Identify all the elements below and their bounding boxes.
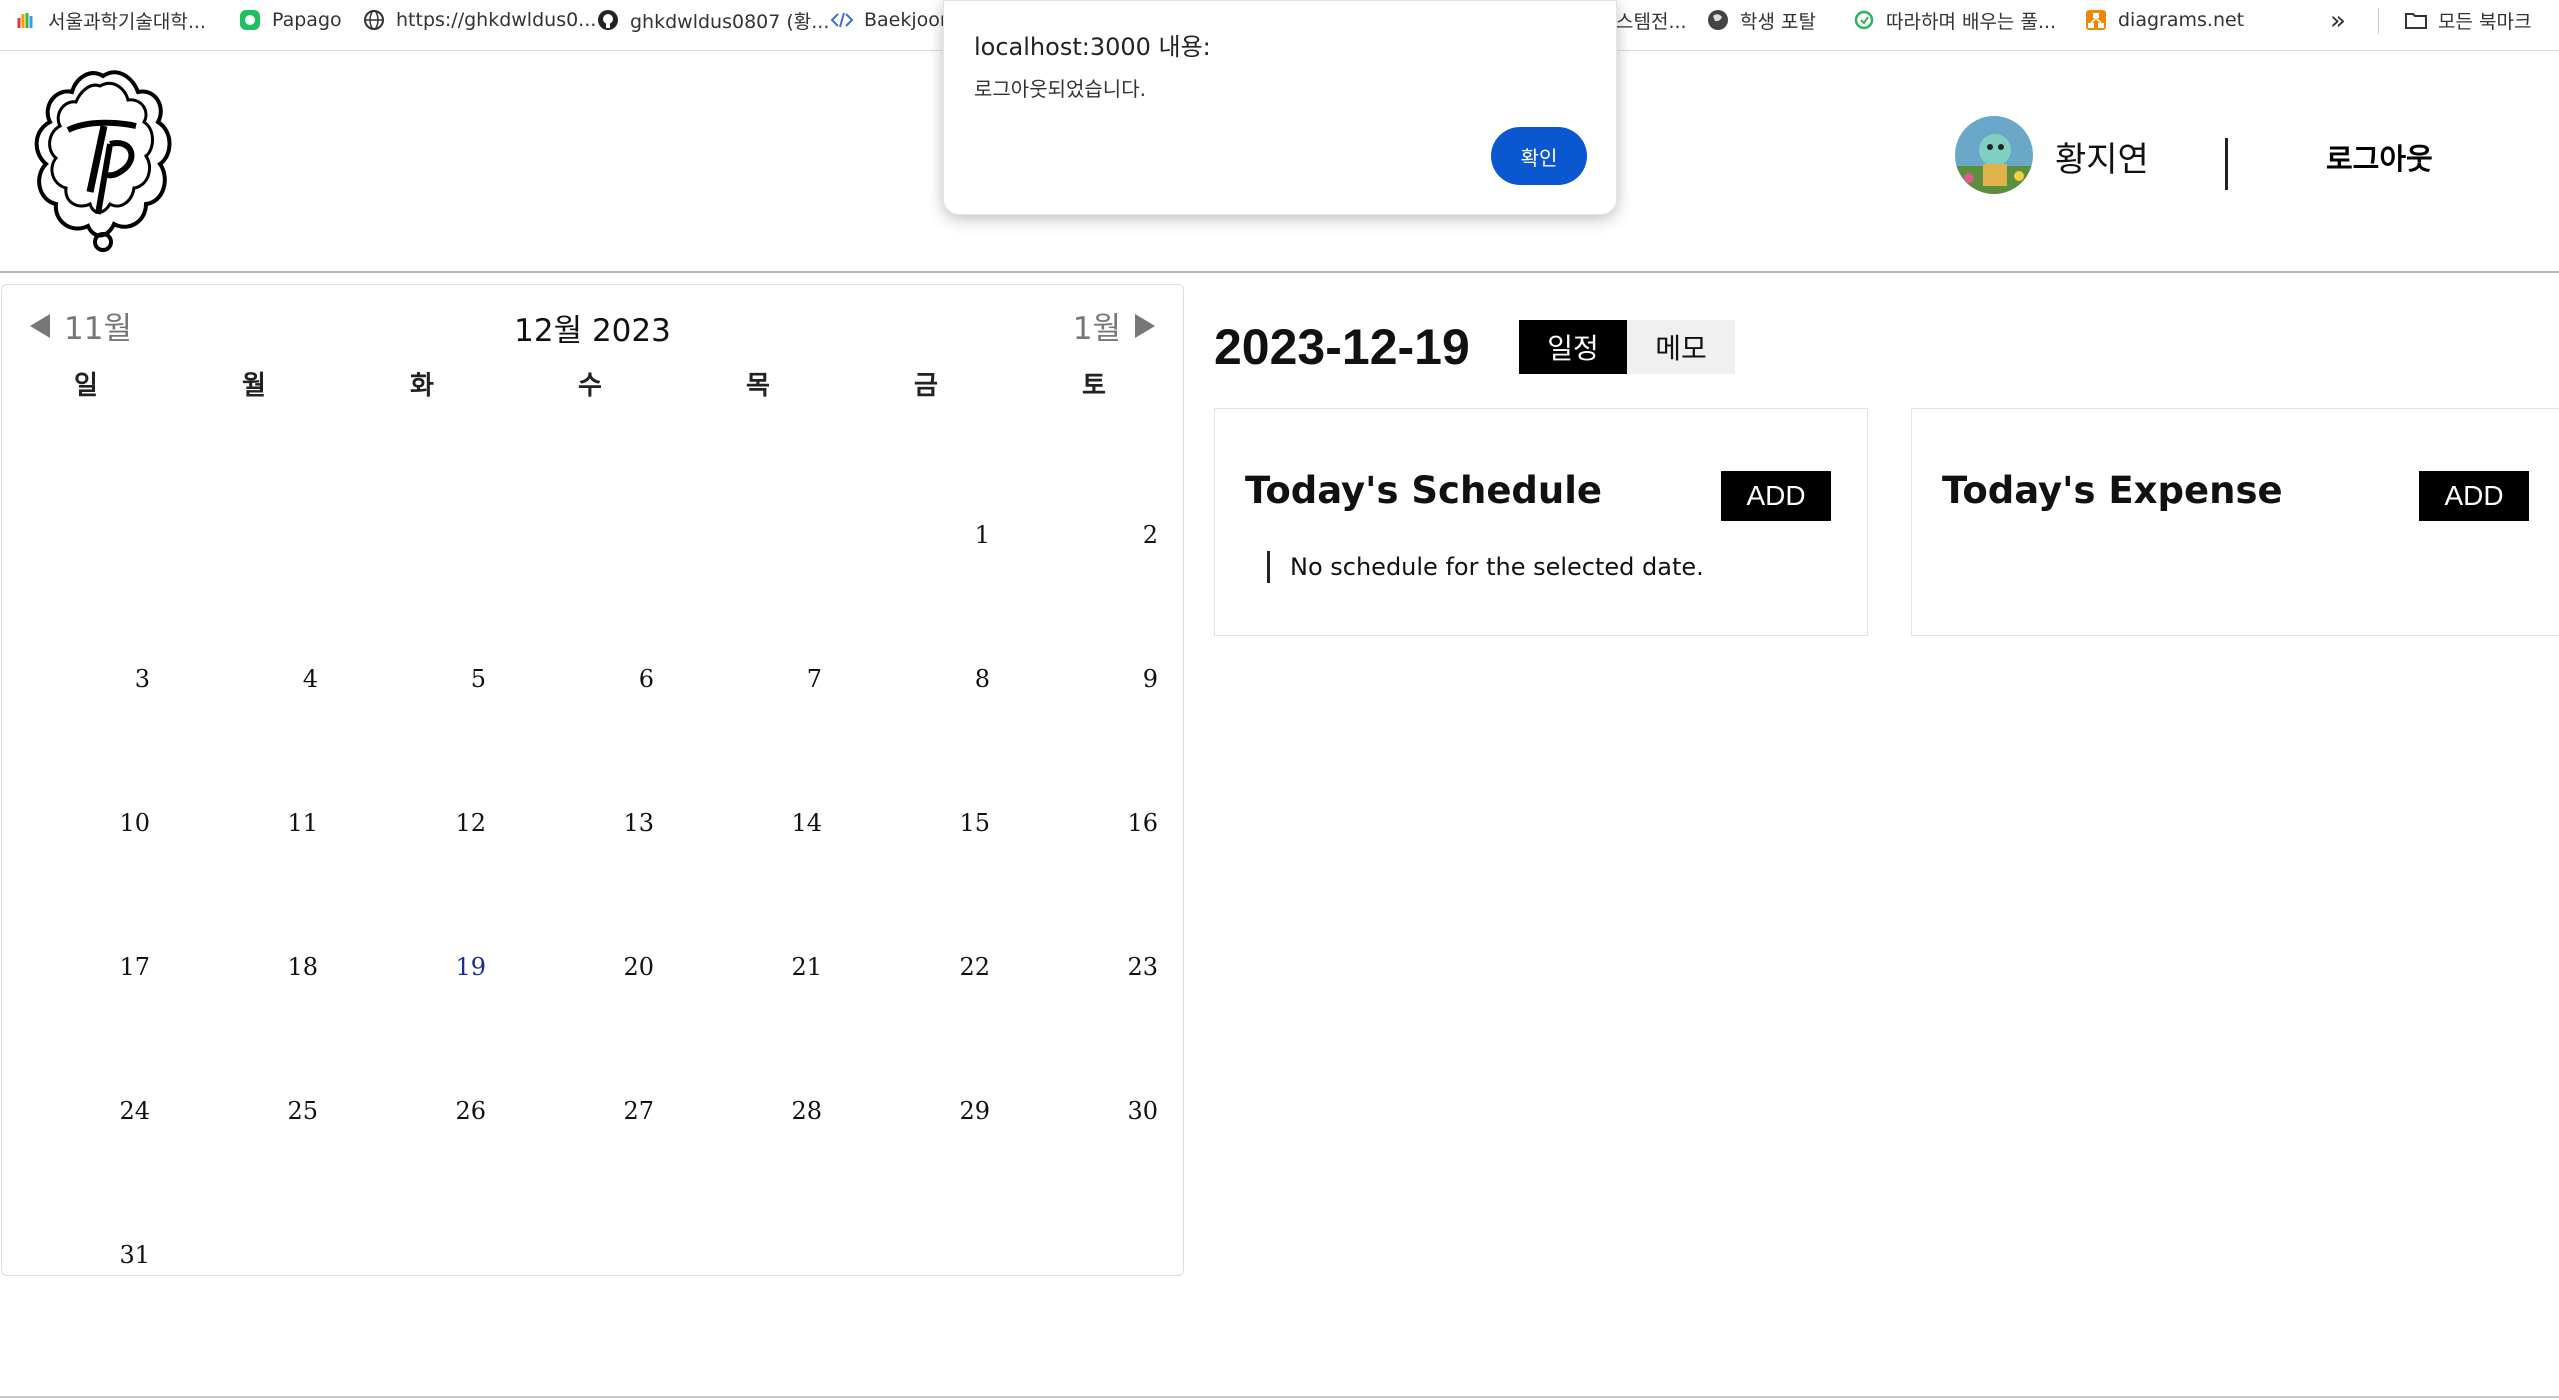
papago-icon — [240, 10, 260, 30]
bookmark-student-portal[interactable]: 학생 포탈 — [1706, 0, 1816, 40]
calendar-day[interactable]: 18 — [150, 953, 318, 981]
calendar-day[interactable]: 13 — [486, 809, 654, 837]
calendar-day[interactable]: 30 — [990, 1097, 1158, 1125]
calendar-day[interactable]: 16 — [990, 809, 1158, 837]
header-divider — [2225, 138, 2228, 190]
weekday-label: 일 — [74, 371, 98, 401]
calendar-day[interactable]: 2 — [990, 521, 1158, 549]
bookmark-label: diagrams.net — [2118, 9, 2245, 31]
calendar-day-selected[interactable]: 19 — [318, 953, 486, 981]
bookmark-all-bookmarks[interactable]: 모든 북마크 — [2404, 0, 2531, 40]
bookmark-label: 스템전... — [1616, 10, 1687, 33]
month-calendar: 11월 12월 2023 1월 일월화수목금토 1 2 3 4 5 6 7 8 9 10 11 12 1… — [1, 284, 1184, 1276]
bookmark-inflearn[interactable]: 따라하며 배우는 풀... — [1852, 0, 2056, 40]
calendar-day[interactable]: 12 — [318, 809, 486, 837]
selected-date: 2023-12-19 — [1214, 319, 1470, 375]
avatar[interactable] — [1955, 116, 2033, 194]
inflearn-icon — [1854, 10, 1874, 30]
weekday-label: 목 — [746, 371, 770, 401]
globe-dark-icon — [1708, 10, 1728, 30]
bookmark-seoultech[interactable]: 서울과학기술대학... — [14, 0, 206, 40]
bookmark-label: Papago — [272, 9, 342, 31]
calendar-day[interactable]: 6 — [486, 665, 654, 693]
bookmark-label: 학생 포탈 — [1740, 10, 1816, 33]
expense-title: Today's Expense — [1942, 469, 2283, 512]
calendar-day[interactable]: 11 — [150, 809, 318, 837]
schedule-title: Today's Schedule — [1245, 469, 1603, 512]
calendar-day[interactable]: 10 — [0, 809, 150, 837]
weekday-label: 수 — [578, 371, 602, 401]
arrow-right-icon — [1135, 313, 1155, 338]
next-month-button[interactable]: 1월 — [1073, 303, 1155, 348]
rainbow-hand-icon — [17, 13, 33, 28]
bookmarks-overflow-chevron[interactable]: » — [2330, 6, 2346, 36]
bookmark-label: 모든 북마크 — [2438, 10, 2532, 33]
calendar-day[interactable]: 9 — [990, 665, 1158, 693]
diagrams-icon — [2086, 10, 2106, 30]
calendar-day[interactable]: 29 — [822, 1097, 990, 1125]
dialog-ok-button[interactable]: 확인 — [1491, 127, 1587, 185]
weekday-header-row: 일월화수목금토 — [2, 365, 1183, 405]
schedule-empty-message: No schedule for the selected date. — [1267, 551, 1704, 583]
add-schedule-button[interactable]: ADD — [1721, 471, 1831, 521]
bookmark-baekjoon[interactable]: Baekjoon — [830, 0, 952, 40]
page-bottom-border — [0, 1396, 2559, 1398]
calendar-day[interactable]: 20 — [486, 953, 654, 981]
calendar-day[interactable]: 15 — [822, 809, 990, 837]
user-name: 황지연 — [2055, 140, 2149, 180]
calendar-day[interactable]: 1 — [822, 521, 990, 549]
schedule-panel: Today's Schedule ADD No schedule for the… — [1214, 408, 1868, 636]
calendar-title: 12월 2023 — [514, 313, 671, 349]
bookmark-papago[interactable]: Papago — [238, 0, 342, 40]
weekday-label: 토 — [1082, 371, 1106, 401]
github-icon — [598, 10, 618, 30]
dialog-message: 로그아웃되었습니다. — [974, 77, 1146, 101]
tab-memo[interactable]: 메모 — [1627, 320, 1735, 374]
weekday-label: 화 — [410, 371, 434, 401]
weekday-label: 월 — [242, 371, 266, 401]
calendar-day[interactable]: 7 — [654, 665, 822, 693]
bookmark-url[interactable]: https://ghkdwldus0... — [362, 0, 596, 40]
calendar-day[interactable]: 8 — [822, 665, 990, 693]
bookmark-stem[interactable]: 스템전... — [1616, 0, 1687, 40]
calendar-day[interactable]: 23 — [990, 953, 1158, 981]
logout-button[interactable]: 로그아웃 — [2326, 136, 2433, 178]
calendar-day[interactable]: 31 — [0, 1241, 150, 1269]
calendar-day[interactable]: 21 — [654, 953, 822, 981]
calendar-day[interactable]: 17 — [0, 953, 150, 981]
bookmark-label: Baekjoon — [864, 9, 952, 31]
bookmark-label: https://ghkdwldus0... — [396, 9, 597, 31]
view-tabs: 일정 메모 — [1519, 320, 1735, 374]
bookmark-label: 서울과학기술대학... — [48, 10, 206, 33]
calendar-day[interactable]: 3 — [0, 665, 150, 693]
calendar-day[interactable]: 25 — [150, 1097, 318, 1125]
code-icon — [830, 12, 854, 28]
calendar-day[interactable]: 28 — [654, 1097, 822, 1125]
calendar-day[interactable]: 4 — [150, 665, 318, 693]
calendar-day[interactable]: 24 — [0, 1097, 150, 1125]
next-month-label: 1월 — [1072, 311, 1121, 347]
tab-schedule[interactable]: 일정 — [1519, 320, 1627, 374]
expense-panel: Today's Expense ADD — [1911, 408, 2559, 636]
calendar-day[interactable]: 14 — [654, 809, 822, 837]
calendar-day[interactable]: 22 — [822, 953, 990, 981]
tp-logo[interactable] — [28, 64, 178, 254]
folder-icon — [2405, 13, 2427, 29]
weekday-label: 금 — [914, 371, 938, 401]
calendar-day[interactable]: 27 — [486, 1097, 654, 1125]
alert-dialog: localhost:3000 내용: 로그아웃되었습니다. 확인 — [943, 0, 1617, 215]
calendar-day[interactable]: 5 — [318, 665, 486, 693]
bookmark-github[interactable]: ghkdwldus0807 (황... — [596, 0, 829, 40]
globe-icon — [364, 10, 384, 30]
calendar-day[interactable]: 26 — [318, 1097, 486, 1125]
add-expense-button[interactable]: ADD — [2419, 471, 2529, 521]
bookmark-label: 따라하며 배우는 풀... — [1886, 10, 2057, 33]
dialog-title: localhost:3000 내용: — [974, 33, 1211, 61]
avatar-image — [1955, 116, 2033, 194]
bookmark-diagrams[interactable]: diagrams.net — [2084, 0, 2244, 40]
bookmarks-divider — [2378, 8, 2379, 34]
bookmark-label: ghkdwldus0807 (황... — [630, 10, 830, 33]
